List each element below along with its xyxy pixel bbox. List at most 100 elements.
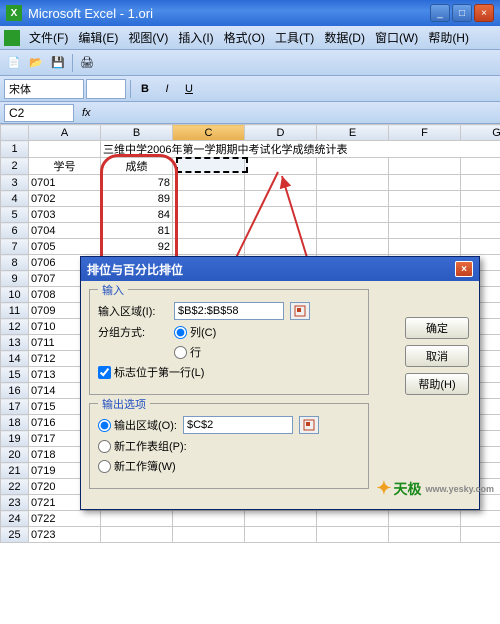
close-button[interactable]: × — [474, 4, 494, 22]
col-header[interactable]: B — [101, 125, 173, 141]
row-header[interactable]: 2 — [1, 158, 29, 175]
separator — [130, 80, 131, 98]
menu-window[interactable]: 窗口(W) — [371, 27, 422, 48]
row-header[interactable]: 20 — [1, 447, 29, 463]
row-header[interactable]: 10 — [1, 287, 29, 303]
row-header[interactable]: 22 — [1, 479, 29, 495]
labels-first-row-checkbox[interactable]: 标志位于第一行(L) — [98, 364, 204, 380]
fx-icon[interactable]: fx — [82, 107, 91, 119]
ok-button[interactable]: 确定 — [405, 317, 469, 339]
cell[interactable]: 78 — [101, 175, 173, 191]
group-by-column-radio[interactable]: 列(C) — [174, 324, 216, 340]
window-titlebar: X Microsoft Excel - 1.ori _ □ × — [0, 0, 500, 26]
input-group-label: 输入 — [98, 282, 128, 298]
cell[interactable]: 84 — [101, 207, 173, 223]
font-name-select[interactable]: 宋体 — [4, 79, 84, 99]
star-icon: ✦ — [376, 478, 391, 499]
menu-tools[interactable]: 工具(T) — [271, 27, 318, 48]
row-header[interactable]: 21 — [1, 463, 29, 479]
cell[interactable]: 0723 — [29, 527, 101, 543]
range-picker-icon[interactable] — [299, 416, 319, 434]
cell[interactable]: 0722 — [29, 511, 101, 527]
menu-file[interactable]: 文件(F) — [25, 27, 72, 48]
cell[interactable]: 0703 — [29, 207, 101, 223]
menu-edit[interactable]: 编辑(E) — [74, 27, 122, 48]
menu-insert[interactable]: 插入(I) — [174, 27, 217, 48]
row-header[interactable]: 14 — [1, 351, 29, 367]
menu-help[interactable]: 帮助(H) — [424, 27, 473, 48]
row-header[interactable]: 13 — [1, 335, 29, 351]
excel-icon: X — [6, 5, 22, 21]
range-picker-icon[interactable] — [290, 302, 310, 320]
format-toolbar: 宋体 B I U — [0, 76, 500, 102]
italic-icon[interactable]: I — [157, 79, 177, 99]
col-header[interactable]: F — [389, 125, 461, 141]
new-icon[interactable]: 📄 — [4, 53, 24, 73]
col-header[interactable]: G — [461, 125, 500, 141]
row-header[interactable]: 9 — [1, 271, 29, 287]
dialog-close-button[interactable]: × — [455, 261, 473, 277]
row-header[interactable]: 18 — [1, 415, 29, 431]
group-by-row-radio[interactable]: 行 — [174, 344, 201, 360]
cell[interactable]: 0704 — [29, 223, 101, 239]
row-header[interactable]: 12 — [1, 319, 29, 335]
bold-icon[interactable]: B — [135, 79, 155, 99]
row-header[interactable]: 19 — [1, 431, 29, 447]
row-header[interactable]: 6 — [1, 223, 29, 239]
save-icon[interactable]: 💾 — [48, 53, 68, 73]
cancel-button[interactable]: 取消 — [405, 345, 469, 367]
menu-view[interactable]: 视图(V) — [124, 27, 172, 48]
app-icon — [4, 30, 20, 46]
row-header[interactable]: 3 — [1, 175, 29, 191]
group-by-label: 分组方式: — [98, 324, 168, 340]
row-header[interactable]: 16 — [1, 383, 29, 399]
cell[interactable]: 0702 — [29, 191, 101, 207]
cell[interactable] — [101, 527, 173, 543]
open-icon[interactable]: 📂 — [26, 53, 46, 73]
row-header[interactable]: 15 — [1, 367, 29, 383]
window-buttons: _ □ × — [430, 4, 494, 22]
cell[interactable]: 0701 — [29, 175, 101, 191]
menu-format[interactable]: 格式(O) — [220, 27, 269, 48]
cell[interactable]: 成绩 — [101, 158, 173, 175]
output-range-field[interactable] — [183, 416, 293, 434]
row-header[interactable]: 24 — [1, 511, 29, 527]
cell[interactable]: 学号 — [29, 158, 101, 175]
name-box[interactable]: C2 — [4, 104, 74, 122]
new-worksheet-radio[interactable]: 新工作表组(P): — [98, 438, 187, 454]
col-header[interactable]: C — [173, 125, 245, 141]
row-header[interactable]: 8 — [1, 255, 29, 271]
output-range-radio[interactable]: 输出区域(O): — [98, 417, 177, 433]
row-header[interactable]: 5 — [1, 207, 29, 223]
sheet-title-cell[interactable]: 三维中学2006年第一学期期中考试化学成绩统计表 — [101, 141, 500, 158]
dialog-titlebar[interactable]: 排位与百分比排位 × — [81, 257, 479, 281]
print-icon[interactable]: 🖨 — [77, 53, 97, 73]
cell[interactable]: 81 — [101, 223, 173, 239]
font-size-select[interactable] — [86, 79, 126, 99]
help-button[interactable]: 帮助(H) — [405, 373, 469, 395]
col-header[interactable]: E — [317, 125, 389, 141]
rank-percentile-dialog: 排位与百分比排位 × 输入 输入区域(I): 分组方式: 列(C) 行 标志位于… — [80, 256, 480, 510]
minimize-button[interactable]: _ — [430, 4, 450, 22]
cell[interactable]: 0705 — [29, 239, 101, 255]
row-header[interactable]: 4 — [1, 191, 29, 207]
row-header[interactable]: 11 — [1, 303, 29, 319]
row-header[interactable]: 25 — [1, 527, 29, 543]
separator — [72, 54, 73, 72]
col-header[interactable]: A — [29, 125, 101, 141]
cell[interactable]: 92 — [101, 239, 173, 255]
maximize-button[interactable]: □ — [452, 4, 472, 22]
row-header[interactable]: 7 — [1, 239, 29, 255]
col-header[interactable]: D — [245, 125, 317, 141]
watermark-text: 天极 — [393, 479, 421, 499]
input-range-field[interactable] — [174, 302, 284, 320]
cell[interactable]: 89 — [101, 191, 173, 207]
dialog-title: 排位与百分比排位 — [87, 261, 183, 278]
row-header[interactable]: 1 — [1, 141, 29, 158]
underline-icon[interactable]: U — [179, 79, 199, 99]
input-range-label: 输入区域(I): — [98, 303, 168, 319]
new-workbook-radio[interactable]: 新工作簿(W) — [98, 458, 176, 474]
menu-data[interactable]: 数据(D) — [320, 27, 369, 48]
cell[interactable] — [101, 511, 173, 527]
row-header[interactable]: 17 — [1, 399, 29, 415]
